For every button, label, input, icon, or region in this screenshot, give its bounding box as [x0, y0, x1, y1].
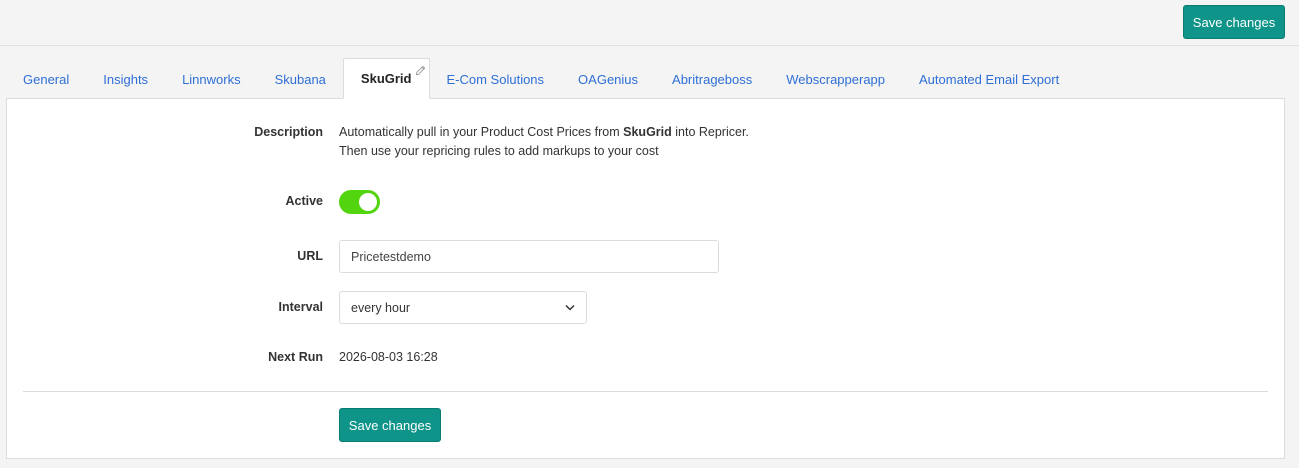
- interval-value: every hour: [351, 300, 411, 315]
- tab-general[interactable]: General: [6, 59, 86, 99]
- next-run-label: Next Run: [268, 350, 323, 364]
- toggle-knob: [359, 193, 377, 211]
- tab-skugrid-label: SkuGrid: [360, 71, 412, 86]
- description-suffix: into Repricer.: [671, 125, 749, 139]
- save-changes-button-top[interactable]: Save changes: [1183, 5, 1285, 39]
- tab-bar: General Insights Linnworks Skubana SkuGr…: [6, 58, 1286, 99]
- url-label: URL: [297, 249, 323, 263]
- tab-oagenius[interactable]: OAGenius: [561, 59, 655, 99]
- url-input[interactable]: [339, 240, 719, 273]
- save-changes-button-bottom[interactable]: Save changes: [339, 408, 441, 442]
- active-label: Active: [285, 194, 323, 208]
- tab-webscrapperapp[interactable]: Webscrapperapp: [769, 59, 902, 99]
- tab-abritrageboss[interactable]: Abritrageboss: [655, 59, 769, 99]
- pencil-icon: [415, 65, 425, 76]
- form-divider: [23, 391, 1268, 392]
- tab-skubana[interactable]: Skubana: [258, 59, 343, 99]
- next-run-value: 2026-08-03 16:28: [339, 350, 438, 364]
- tab-insights[interactable]: Insights: [86, 59, 165, 99]
- description-prefix: Automatically pull in your Product Cost …: [339, 125, 624, 139]
- tab-linnworks[interactable]: Linnworks: [165, 59, 258, 99]
- top-bar: Save changes: [0, 0, 1299, 46]
- settings-panel: Description Automatically pull in your P…: [6, 98, 1285, 459]
- description-label: Description: [254, 125, 323, 139]
- active-toggle[interactable]: [339, 190, 380, 214]
- tab-skugrid[interactable]: SkuGrid: [342, 58, 430, 99]
- tab-ecom-solutions[interactable]: E-Com Solutions: [430, 59, 562, 99]
- chevron-down-icon: [565, 304, 575, 311]
- description-text: Automatically pull in your Product Cost …: [339, 123, 749, 161]
- description-line-1: Automatically pull in your Product Cost …: [339, 123, 749, 142]
- description-line-2: Then use your repricing rules to add mar…: [339, 144, 659, 158]
- description-product-name: SkuGrid: [623, 125, 672, 139]
- interval-label: Interval: [278, 300, 323, 314]
- tab-automated-email-export[interactable]: Automated Email Export: [902, 59, 1076, 99]
- interval-select[interactable]: every hour: [339, 291, 587, 324]
